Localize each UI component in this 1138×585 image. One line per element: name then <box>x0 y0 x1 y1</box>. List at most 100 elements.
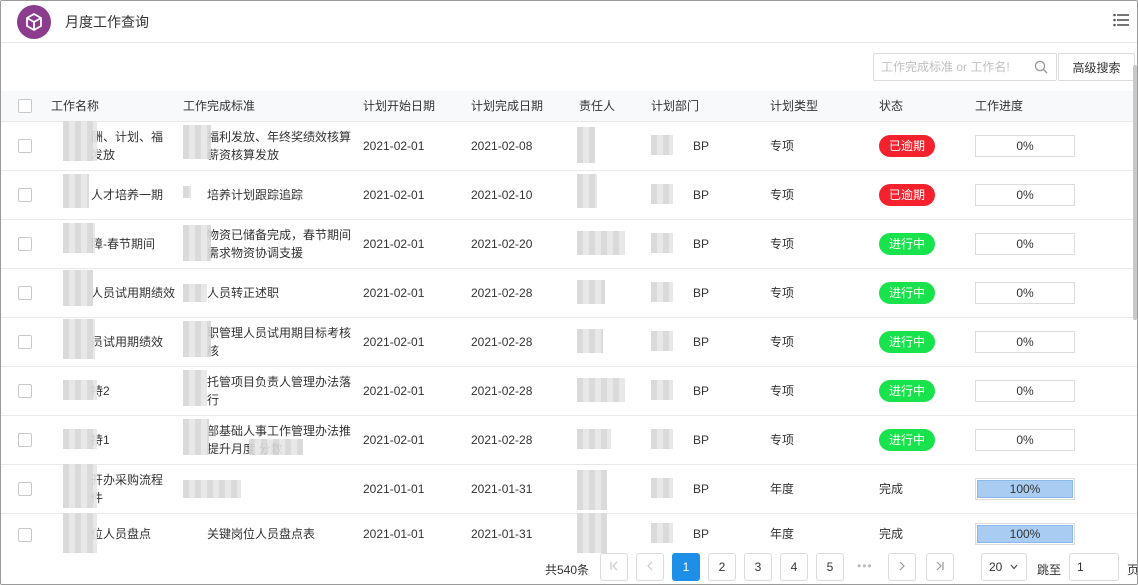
progress-value: 0% <box>1016 335 1033 349</box>
redacted-mask <box>183 370 207 406</box>
redacted-mask <box>183 480 241 498</box>
progress-bar: 0% <box>975 380 1075 402</box>
progress-value: 0% <box>1016 286 1033 300</box>
work-name[interactable]: 酬、计划、福 发放 <box>91 130 163 162</box>
work-name[interactable]: 障-春节期间 <box>91 237 155 251</box>
progress-value: 0% <box>1016 433 1033 447</box>
plan-end-date: 2021-02-28 <box>471 286 532 300</box>
work-name[interactable]: 员试用期绩效 <box>91 335 163 349</box>
plan-end-date: 2021-02-28 <box>471 384 532 398</box>
pagination-ellipsis[interactable]: ••• <box>857 559 873 573</box>
col-header-name[interactable]: 工作名称 <box>51 99 99 113</box>
work-name[interactable]: 人员试用期绩效 <box>91 286 175 300</box>
redacted-mask <box>183 125 211 159</box>
redacted-mask <box>577 513 607 553</box>
page-button-2[interactable]: 2 <box>708 553 736 581</box>
col-header-dept[interactable]: 计划部门 <box>651 99 699 113</box>
table-row[interactable]: 人才培养一期培养计划跟踪追踪2021-02-012021-02-10BP专项已逾… <box>1 170 1137 219</box>
redacted-mask <box>63 319 95 359</box>
plan-start-date: 2021-01-01 <box>363 527 424 541</box>
table-row[interactable]: 酬、计划、福 发放福利发放、年终奖绩效核算 薪资核算发放2021-02-0120… <box>1 121 1137 170</box>
row-checkbox[interactable] <box>18 482 32 496</box>
plan-dept: BP <box>693 384 709 398</box>
row-checkbox[interactable] <box>18 384 32 398</box>
work-standard: 人员转正述职 <box>207 286 279 300</box>
redacted-mask <box>651 135 673 155</box>
page-button-1[interactable]: 1 <box>672 553 700 581</box>
plan-start-date: 2021-02-01 <box>363 433 424 447</box>
last-page-button[interactable] <box>926 553 954 581</box>
plan-dept: BP <box>693 433 709 447</box>
status-text: 完成 <box>879 482 903 496</box>
redacted-mask <box>63 429 97 449</box>
progress-value: 100% <box>1010 527 1041 541</box>
plan-type: 年度 <box>770 482 794 496</box>
col-header-end[interactable]: 计划完成日期 <box>471 99 543 113</box>
row-checkbox[interactable] <box>18 188 32 202</box>
redacted-mask <box>577 174 597 208</box>
row-checkbox[interactable] <box>18 139 32 153</box>
work-standard: 职管理人员试用期目标考核 核 <box>207 326 351 358</box>
page-button-5[interactable]: 5 <box>816 553 844 581</box>
work-table: 工作名称 工作完成标准 计划开始日期 计划完成日期 责任人 计划部门 计划类型 … <box>1 91 1137 554</box>
work-standard: 福利发放、年终奖绩效核算 薪资核算发放 <box>207 130 351 162</box>
scrollbar[interactable] <box>1133 65 1137 320</box>
row-checkbox[interactable] <box>18 528 32 542</box>
plan-start-date: 2021-02-01 <box>363 237 424 251</box>
col-header-status[interactable]: 状态 <box>879 99 903 113</box>
jump-page-input[interactable]: 1 <box>1069 553 1119 581</box>
redacted-mask <box>651 331 673 351</box>
progress-value: 0% <box>1016 237 1033 251</box>
advanced-search-button[interactable]: 高级搜索 <box>1058 53 1135 81</box>
row-checkbox[interactable] <box>18 286 32 300</box>
work-name[interactable]: 开办采购流程 件 <box>91 473 163 505</box>
row-checkbox[interactable] <box>18 335 32 349</box>
page-button-4[interactable]: 4 <box>780 553 808 581</box>
list-menu-icon[interactable] <box>1113 13 1129 27</box>
col-header-owner[interactable]: 责任人 <box>579 99 615 113</box>
status-badge: 进行中 <box>879 380 935 402</box>
redacted-mask <box>577 378 625 402</box>
col-header-type[interactable]: 计划类型 <box>770 99 818 113</box>
col-header-start[interactable]: 计划开始日期 <box>363 99 435 113</box>
first-page-button[interactable] <box>600 553 628 581</box>
col-header-progress[interactable]: 工作进度 <box>975 99 1023 113</box>
table-row[interactable]: 开办采购流程 件2021-01-012021-01-31BP年度完成100% <box>1 464 1137 513</box>
status-badge: 进行中 <box>879 429 935 451</box>
row-checkbox[interactable] <box>18 433 32 447</box>
redacted-mask <box>63 380 97 400</box>
progress-bar: 0% <box>975 184 1075 206</box>
redacted-mask <box>577 127 595 163</box>
plan-start-date: 2021-02-01 <box>363 335 424 349</box>
table-row[interactable]: 持1部基础人事工作管理办法推 提升月度 分数2021-02-012021-02-… <box>1 415 1137 464</box>
cube-logo-icon <box>17 5 51 39</box>
plan-end-date: 2021-02-20 <box>471 237 532 251</box>
plan-start-date: 2021-02-01 <box>363 384 424 398</box>
col-header-standard[interactable]: 工作完成标准 <box>183 99 255 113</box>
table-row[interactable]: 障-春节期间物资已储备完成，春节期间 需求物资协调支援2021-02-01202… <box>1 219 1137 268</box>
search-icon[interactable] <box>1034 60 1048 74</box>
redacted-mask <box>183 284 207 302</box>
next-page-button[interactable] <box>888 553 916 581</box>
select-all-checkbox[interactable] <box>18 99 32 113</box>
page-button-3[interactable]: 3 <box>744 553 772 581</box>
redacted-mask <box>63 464 97 508</box>
page-size-select[interactable]: 20 <box>981 553 1027 581</box>
table-row[interactable]: 员试用期绩效职管理人员试用期目标考核 核2021-02-012021-02-28… <box>1 317 1137 366</box>
plan-dept: BP <box>693 527 709 541</box>
redacted-mask <box>651 282 673 302</box>
work-name[interactable]: 位人员盘点 <box>91 527 151 541</box>
table-row[interactable]: 人员试用期绩效人员转正述职2021-02-012021-02-28BP专项进行中… <box>1 268 1137 317</box>
redacted-mask <box>577 280 605 304</box>
prev-page-button[interactable] <box>636 553 664 581</box>
redacted-mask <box>183 225 211 261</box>
row-checkbox[interactable] <box>18 237 32 251</box>
page-unit-label: 页 <box>1127 561 1138 578</box>
table-row[interactable]: 位人员盘点关键岗位人员盘点表2021-01-012021-01-31BP年度完成… <box>1 513 1137 554</box>
total-count: 共540条 <box>545 561 589 578</box>
table-row[interactable]: 持2托管项目负责人管理办法落 行2021-02-012021-02-28BP专项… <box>1 366 1137 415</box>
progress-value: 0% <box>1016 384 1033 398</box>
work-standard: 托管项目负责人管理办法落 行 <box>207 375 351 407</box>
search-input[interactable] <box>881 60 1029 74</box>
work-name[interactable]: 人才培养一期 <box>91 188 163 202</box>
